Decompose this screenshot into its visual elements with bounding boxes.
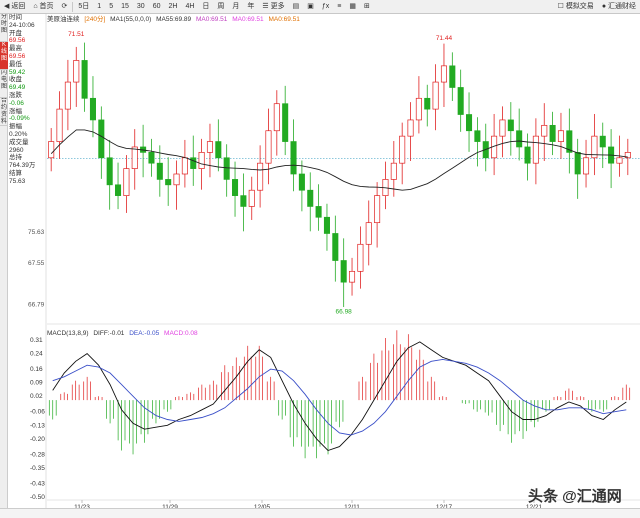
candle-body	[240, 195, 247, 207]
candle-body	[156, 162, 163, 180]
candle-body	[499, 119, 506, 137]
candle-body	[390, 162, 397, 180]
candle-body	[340, 260, 347, 283]
candle-body	[349, 270, 356, 283]
candle-body	[298, 173, 305, 191]
candle-body	[123, 168, 130, 196]
price-tick-label: 67.55	[28, 260, 45, 267]
candle-body	[265, 130, 272, 164]
candle-body	[516, 130, 523, 148]
candle-body	[307, 189, 314, 207]
candle-body	[206, 141, 213, 153]
candle-body	[365, 222, 372, 245]
candle-body	[98, 119, 105, 159]
candle-body	[449, 65, 456, 88]
candle-body	[131, 146, 138, 169]
candle-body	[248, 189, 255, 207]
candle-body	[424, 97, 431, 110]
candle-body	[315, 206, 322, 218]
candle-body	[574, 152, 581, 175]
low-annotation: 66.98	[336, 309, 353, 316]
candle-body	[599, 135, 606, 148]
macd-tick-label: -0.50	[30, 494, 45, 501]
candle-body	[323, 216, 330, 234]
candle-body	[549, 124, 556, 142]
candle-body	[273, 103, 280, 132]
candle-body	[466, 114, 473, 132]
candle-body	[440, 65, 447, 83]
candle-body	[332, 233, 339, 261]
candle-body	[399, 135, 406, 164]
candle-body	[524, 146, 531, 164]
bottom-bar	[0, 508, 640, 518]
macd-tick-label: -0.28	[30, 451, 45, 458]
macd-tick-label: -0.13	[30, 422, 45, 429]
candle-body	[257, 162, 264, 191]
candle-body	[290, 141, 297, 175]
candle-body	[48, 141, 55, 159]
candle-body	[165, 179, 172, 186]
macd-tick-label: 0.02	[30, 393, 43, 400]
candle-body	[115, 184, 122, 196]
macd-tick-label: 0.31	[30, 337, 43, 344]
macd-tick-label: 0.24	[30, 351, 43, 358]
candle-body	[407, 119, 414, 137]
candle-body	[223, 157, 230, 180]
candle-body	[616, 157, 623, 164]
candle-body	[56, 108, 63, 142]
candle-body	[583, 157, 590, 175]
candle-body	[181, 157, 188, 175]
price-tick-label: 75.63	[28, 229, 45, 236]
candle-body	[89, 97, 96, 121]
candle-body	[232, 179, 239, 196]
candle-body	[541, 124, 548, 137]
chart-canvas[interactable]: 75.63 67.55 66.79 71.51 71.44 66.98 0.31 0.24 0.…	[0, 0, 640, 518]
candle-body	[507, 119, 514, 132]
macd-tick-label: -0.06	[30, 409, 45, 416]
candle-body	[474, 130, 481, 142]
candle-body	[64, 81, 71, 110]
candle-body	[557, 130, 564, 142]
macd-tick-label: -0.43	[30, 480, 45, 487]
candle-body	[198, 152, 205, 169]
macd-tick-label: 0.16	[30, 366, 43, 373]
candle-body	[173, 173, 180, 186]
candle-body	[215, 141, 222, 159]
candle-body	[81, 60, 88, 99]
candle-body	[357, 243, 364, 272]
candle-body	[457, 87, 464, 115]
candle-body	[532, 135, 539, 164]
candle-body	[106, 157, 113, 186]
candle-body	[190, 157, 197, 169]
high-annotation-2: 71.44	[436, 35, 453, 42]
candle-body	[73, 60, 80, 83]
macd-tick-label: -0.35	[30, 465, 45, 472]
high-annotation-1: 71.51	[68, 31, 85, 38]
candle-body	[374, 195, 381, 224]
diff-line	[52, 341, 627, 452]
candle-body	[282, 103, 289, 142]
macd-tick-label: -0.20	[30, 436, 45, 443]
candle-body	[148, 152, 155, 164]
macd-tick-label: 0.09	[30, 380, 43, 387]
price-tick-label: 66.79	[28, 301, 45, 308]
watermark: 头条 @汇通网	[528, 488, 622, 505]
candle-body	[432, 81, 439, 110]
candle-body	[415, 97, 422, 121]
